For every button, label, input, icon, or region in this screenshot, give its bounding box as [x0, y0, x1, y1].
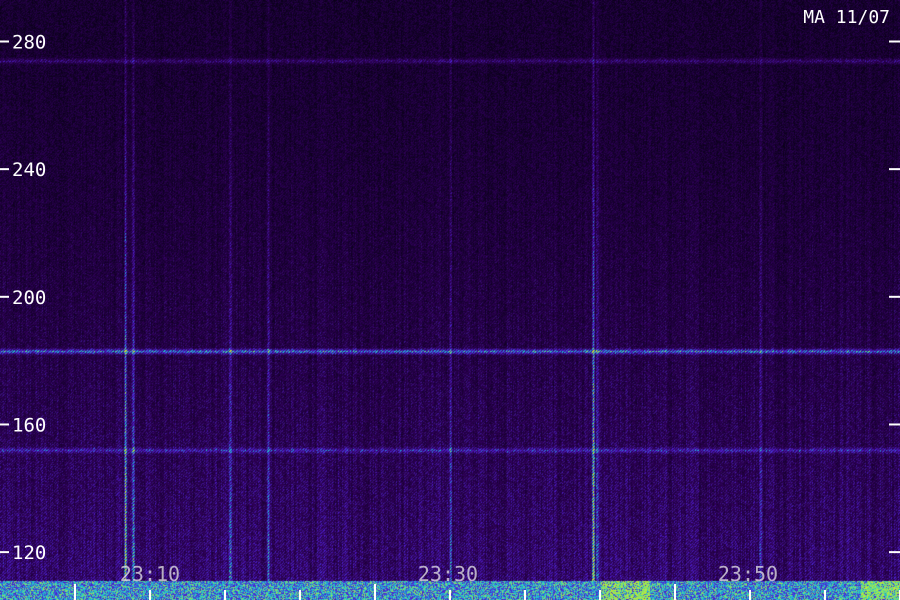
x-axis: 23:10 23:30 23:50 — [74, 562, 900, 600]
y-tick-label: 240 — [12, 159, 46, 181]
y-axis-left: 280 240 200 160 120 — [0, 31, 46, 564]
x-tick-label: 23:50 — [718, 562, 778, 586]
y-tick-label: 120 — [12, 542, 46, 564]
y-axis-right — [889, 40, 900, 554]
y-tick-label: 280 — [12, 31, 46, 53]
y-tick-label: 160 — [12, 414, 46, 436]
y-tick-label: 200 — [12, 287, 46, 309]
x-tick-label: 23:30 — [418, 562, 478, 586]
station-label: MA 11/07 — [803, 7, 890, 28]
x-tick-label: 23:10 — [120, 562, 180, 586]
chart-overlay: 280 240 200 160 120 23:10 23:30 23:50 MA 11/07 — [0, 7, 900, 600]
